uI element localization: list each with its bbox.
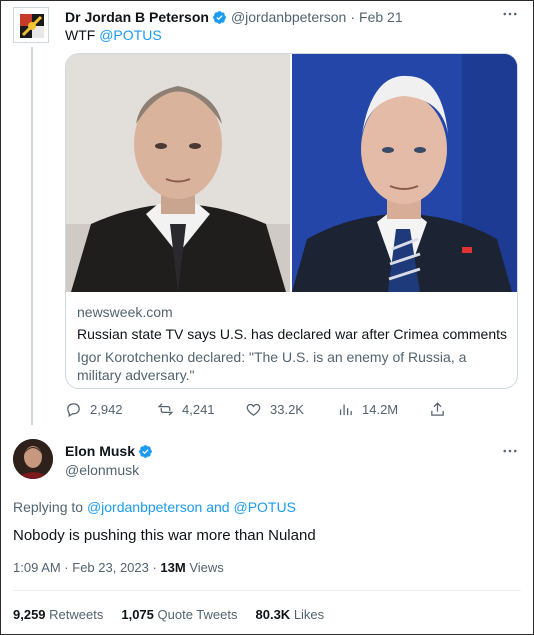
heart-icon xyxy=(246,403,261,416)
views-icon xyxy=(339,404,352,416)
elon-musk-avatar[interactable] xyxy=(13,439,53,479)
main-tweet-text: Nobody is pushing this war more than Nul… xyxy=(13,527,316,544)
like-count: 33.2K xyxy=(270,402,304,417)
main-more-button[interactable] xyxy=(501,442,519,464)
card-image-right xyxy=(292,54,517,292)
views-button[interactable]: 14.2M xyxy=(337,401,398,418)
stats-divider xyxy=(13,590,521,591)
parent-tweet-text: WTF @POTUS xyxy=(65,27,162,43)
likes-stat[interactable]: 80.3K Likes xyxy=(256,607,325,622)
parent-timestamp[interactable]: Feb 21 xyxy=(359,9,403,25)
share-icon xyxy=(431,402,444,416)
quotes-total: 1,075 xyxy=(121,607,154,622)
retweet-icon xyxy=(157,403,174,416)
parent-action-bar: 2,942 4,241 33.2K 14.2M xyxy=(65,401,465,421)
views-count: 14.2M xyxy=(362,402,399,417)
reply-icon xyxy=(67,403,80,418)
like-button[interactable]: 33.2K xyxy=(245,401,304,418)
card-image-left xyxy=(66,54,290,292)
retweet-button[interactable]: 4,241 xyxy=(157,401,215,418)
retweet-count: 4,241 xyxy=(182,402,215,417)
parent-text-prefix: WTF xyxy=(65,27,100,43)
parent-tweet-header: Dr Jordan B Peterson @jordanbpeterson · … xyxy=(65,9,403,25)
retweets-total: 9,259 xyxy=(13,607,46,622)
more-horizontal-icon xyxy=(503,449,517,453)
replying-user-jordanbpeterson[interactable]: @jordanbpeterson xyxy=(87,499,202,515)
main-display-name[interactable]: Elon Musk xyxy=(65,443,135,459)
jordan-peterson-avatar[interactable] xyxy=(13,7,49,43)
card-description: Igor Korotchenko declared: "The U.S. is … xyxy=(77,349,467,383)
verified-badge-icon xyxy=(213,10,226,24)
tweet-thread: Dr Jordan B Peterson @jordanbpeterson · … xyxy=(0,0,534,635)
header-separator: · xyxy=(350,9,356,25)
share-button[interactable] xyxy=(429,401,454,418)
main-timestamp: 1:09 AM · Feb 23, 2023 · 13M Views xyxy=(13,560,224,575)
replying-prefix: Replying to xyxy=(13,499,87,515)
verified-badge-icon xyxy=(139,444,152,458)
more-horizontal-icon xyxy=(503,12,517,16)
views-total: 13M xyxy=(160,560,186,575)
main-name-row: Elon Musk xyxy=(65,443,157,459)
card-title: Russian state TV says U.S. has declared … xyxy=(77,326,508,342)
link-preview-card[interactable]: newsweek.com Russian state TV says U.S. … xyxy=(65,53,518,389)
reply-button[interactable]: 2,942 xyxy=(65,401,123,418)
retweets-label: Retweets xyxy=(45,607,104,622)
likes-label: Likes xyxy=(290,607,325,622)
timestamp-text[interactable]: 1:09 AM · Feb 23, 2023 · xyxy=(13,560,160,575)
views-label: Views xyxy=(185,560,224,575)
card-domain: newsweek.com xyxy=(77,304,173,320)
quotes-label: Quote Tweets xyxy=(153,607,238,622)
replying-and: and xyxy=(202,499,234,515)
replying-to-line: Replying to @jordanbpeterson and @POTUS xyxy=(13,499,296,515)
parent-display-name[interactable]: Dr Jordan B Peterson xyxy=(65,9,209,25)
card-meta: newsweek.com Russian state TV says U.S. … xyxy=(77,304,507,384)
parent-more-button[interactable] xyxy=(501,5,519,27)
quote-tweets-stat[interactable]: 1,075 Quote Tweets xyxy=(121,607,237,622)
mention-potus-link[interactable]: @POTUS xyxy=(99,27,161,43)
thread-connector-line xyxy=(31,47,33,425)
reply-count: 2,942 xyxy=(90,402,123,417)
retweets-stat[interactable]: 9,259 Retweets xyxy=(13,607,103,622)
parent-handle[interactable]: @jordanbpeterson xyxy=(231,9,346,25)
main-handle[interactable]: @elonmusk xyxy=(65,462,139,478)
main-stats-row: 9,259 Retweets 1,075 Quote Tweets 80.3K … xyxy=(13,607,342,622)
replying-user-potus[interactable]: @POTUS xyxy=(233,499,295,515)
likes-total: 80.3K xyxy=(255,607,291,622)
